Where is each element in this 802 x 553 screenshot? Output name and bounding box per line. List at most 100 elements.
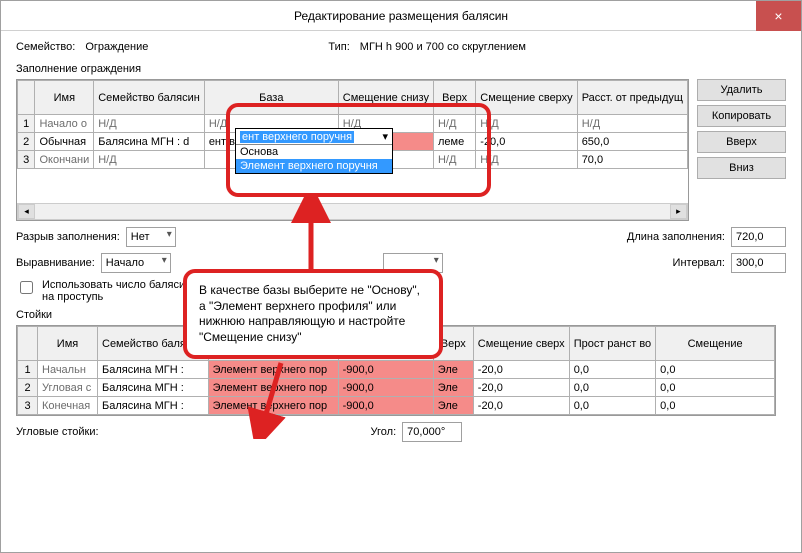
cell-fam[interactable]: Балясина МГН :: [98, 397, 209, 415]
cell-space[interactable]: 0,0: [569, 361, 655, 379]
base-dropdown-open[interactable]: ент верхнего поручня ▾ Основа Элемент ве…: [235, 128, 393, 174]
gap-select[interactable]: [126, 227, 176, 247]
col-name: Имя: [38, 327, 98, 361]
fill-section-label: Заполнение ограждения: [16, 63, 786, 75]
up-button[interactable]: Вверх: [697, 131, 786, 153]
cell-shift[interactable]: 0,0: [656, 361, 775, 379]
cell-base[interactable]: Элемент верхнего пор: [208, 361, 338, 379]
header-info: Семейство: Ограждение Тип: МГН h 900 и 7…: [16, 41, 786, 53]
scroll-right-icon[interactable]: ▸: [670, 204, 687, 219]
cell-name[interactable]: Угловая с: [38, 379, 98, 397]
dropdown-option[interactable]: Основа: [236, 145, 392, 159]
table-row[interactable]: 3 Конечная Балясина МГН : Элемент верхне…: [18, 397, 775, 415]
cell-dist[interactable]: 70,0: [577, 151, 687, 169]
window-title: Редактирование размещения балясин: [294, 9, 508, 23]
cell-off[interactable]: -900,0: [338, 361, 433, 379]
fill-header-row: Имя Семейство балясин База Смещение сниз…: [18, 81, 688, 115]
cell-offt[interactable]: -20,0: [473, 361, 569, 379]
table-row[interactable]: 2 Угловая с Балясина МГН : Элемент верхн…: [18, 379, 775, 397]
interval-label: Интервал:: [673, 257, 725, 269]
gap-row: Разрыв заполнения: Длина заполнения:: [16, 227, 786, 247]
titlebar: Редактирование размещения балясин ×: [1, 1, 801, 31]
cell-fam[interactable]: Н/Д: [94, 115, 205, 133]
cell-offt[interactable]: -20,0: [476, 133, 577, 151]
family-value: Ограждение: [85, 41, 148, 53]
col-offset-top: Смещение сверху: [476, 81, 577, 115]
row-num: 3: [18, 151, 35, 169]
align-label: Выравнивание:: [16, 257, 95, 269]
close-icon: ×: [774, 8, 782, 24]
cell-shift[interactable]: 0,0: [656, 379, 775, 397]
close-button[interactable]: ×: [756, 1, 801, 31]
type-value: МГН h 900 и 700 со скруглением: [360, 41, 526, 53]
type-label: Тип:: [328, 41, 349, 53]
cell-base[interactable]: Элемент верхнего пор: [208, 379, 338, 397]
cell-name[interactable]: Начальн: [38, 361, 98, 379]
cell-fam[interactable]: Балясина МГН :: [98, 379, 209, 397]
cell-shift[interactable]: 0,0: [656, 397, 775, 415]
fill-table-area: Имя Семейство балясин База Смещение сниз…: [16, 79, 786, 221]
fill-length-label: Длина заполнения:: [627, 231, 725, 243]
footer-row: Угловые стойки: Угол:: [16, 422, 786, 442]
col-num: [18, 81, 35, 115]
annotation-callout: В качестве базы выберите не "Основу", а …: [183, 269, 443, 359]
cell-offt[interactable]: Н/Д: [476, 115, 577, 133]
angle-input[interactable]: [402, 422, 462, 442]
row-num: 1: [18, 115, 35, 133]
cell-fam[interactable]: Балясина МГН : d: [94, 133, 205, 151]
fill-length-input[interactable]: [731, 227, 786, 247]
col-top: Верх: [433, 81, 475, 115]
side-buttons: Удалить Копировать Вверх Вниз: [697, 79, 786, 221]
cell-off[interactable]: -900,0: [338, 397, 433, 415]
cell-offt[interactable]: -20,0: [473, 379, 569, 397]
cell-top[interactable]: Н/Д: [433, 115, 475, 133]
content-area: Семейство: Ограждение Тип: МГН h 900 и 7…: [1, 31, 801, 458]
copy-button[interactable]: Копировать: [697, 105, 786, 127]
down-button[interactable]: Вниз: [697, 157, 786, 179]
col-dist: Расст. от предыдущ: [577, 81, 687, 115]
dropdown-current[interactable]: ент верхнего поручня ▾: [236, 129, 392, 145]
col-num: [18, 327, 38, 361]
col-shift: Смещение: [656, 327, 775, 361]
cell-name[interactable]: Окончани: [35, 151, 94, 169]
align-select[interactable]: [101, 253, 171, 273]
scroll-left-icon[interactable]: ◂: [18, 204, 35, 219]
cell-name[interactable]: Обычная: [35, 133, 94, 151]
cell-space[interactable]: 0,0: [569, 397, 655, 415]
col-space: Прост ранст во: [569, 327, 655, 361]
dropdown-option[interactable]: Элемент верхнего поручня: [236, 159, 392, 173]
cell-offt[interactable]: Н/Д: [476, 151, 577, 169]
cell-top[interactable]: Эле: [433, 361, 473, 379]
cell-dist[interactable]: 650,0: [577, 133, 687, 151]
cell-name[interactable]: Начало о: [35, 115, 94, 133]
cell-fam[interactable]: Н/Д: [94, 151, 205, 169]
cell-space[interactable]: 0,0: [569, 379, 655, 397]
corner-label: Угловые стойки:: [16, 426, 99, 438]
cell-top[interactable]: леме: [433, 133, 475, 151]
dropdown-current-text: ент верхнего поручня: [240, 131, 354, 143]
cell-name[interactable]: Конечная: [38, 397, 98, 415]
row-num: 2: [18, 133, 35, 151]
interval-input[interactable]: [731, 253, 786, 273]
cell-base[interactable]: Элемент верхнего пор: [208, 397, 338, 415]
h-scrollbar[interactable]: ◂ ▸: [17, 203, 688, 220]
col-family: Семейство балясин: [94, 81, 205, 115]
row-num: 1: [18, 361, 38, 379]
cell-top[interactable]: Эле: [433, 397, 473, 415]
cell-top[interactable]: Н/Д: [433, 151, 475, 169]
cell-fam[interactable]: Балясина МГН :: [98, 361, 209, 379]
cell-offt[interactable]: -20,0: [473, 397, 569, 415]
row-num: 3: [18, 397, 38, 415]
col-offset-top: Смещение сверх: [473, 327, 569, 361]
col-name: Имя: [35, 81, 94, 115]
cell-off[interactable]: -900,0: [338, 379, 433, 397]
row-num: 2: [18, 379, 38, 397]
use-count-label: Использовать число балясин на проступь: [42, 279, 192, 303]
cell-dist[interactable]: Н/Д: [577, 115, 687, 133]
delete-button[interactable]: Удалить: [697, 79, 786, 101]
family-label: Семейство:: [16, 41, 75, 53]
table-row[interactable]: 1 Начальн Балясина МГН : Элемент верхнег…: [18, 361, 775, 379]
dialog-window: Редактирование размещения балясин × Семе…: [0, 0, 802, 553]
cell-top[interactable]: Эле: [433, 379, 473, 397]
use-count-checkbox[interactable]: [20, 281, 33, 294]
